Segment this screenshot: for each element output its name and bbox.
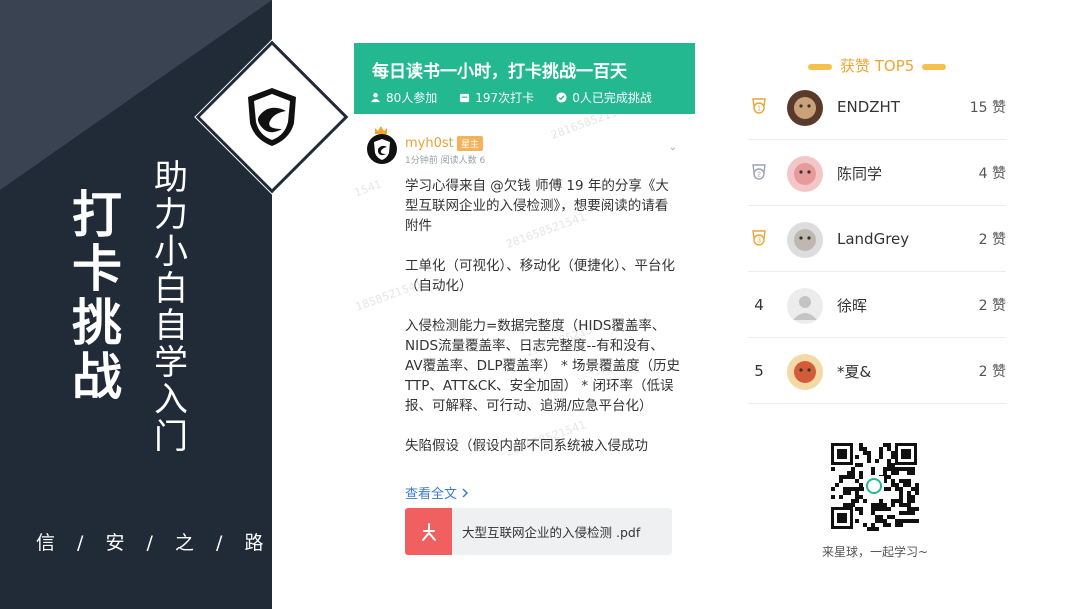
challenge-stats: 80人参加 197次打卡 0人已完成挑战 <box>370 89 652 106</box>
vertical-subtitle: 助力小白自学入门 <box>154 158 188 457</box>
rank-row[interactable]: 3 LandGrey 2 赞 <box>748 206 1006 272</box>
stat-participants-text: 80人参加 <box>386 91 438 105</box>
author-logo-icon <box>374 139 390 160</box>
chevron-right-icon <box>462 487 469 498</box>
rank-name: LandGrey <box>837 230 910 248</box>
rank-likes: 2 赞 <box>978 232 1006 248</box>
owner-badge: 星主 <box>457 136 484 151</box>
post-paragraph: 工单化（可视化）、移动化（便捷化）、平台化（自动化） <box>405 258 675 294</box>
rank-name: 陈同学 <box>837 164 883 183</box>
stat-completed-text: 0人已完成挑战 <box>572 91 652 105</box>
post-body: 学习心得来自 @欠钱 师傅 19 年的分享《大型互联网企业的入侵检测》，想要阅读… <box>405 176 680 476</box>
check-circle-icon <box>556 92 567 103</box>
post-card: 28165852154 281658521541 1858521541 2816… <box>354 114 695 574</box>
medal-icon: 1 <box>748 74 770 140</box>
avatar[interactable] <box>787 222 823 258</box>
rank-row[interactable]: 5 *夏& 2 赞 <box>748 338 1006 404</box>
wing-left-icon <box>808 63 832 70</box>
stat-checkins-text: 197次打卡 <box>475 91 535 105</box>
stat-completed: 0人已完成挑战 <box>556 89 652 106</box>
medal-icon: 3 <box>748 206 770 272</box>
challenge-title: 每日读书一小时，打卡挑战一百天 <box>372 62 627 82</box>
pdf-icon <box>405 508 452 555</box>
stat-checkins: 197次打卡 <box>459 89 534 106</box>
ranking-title: 获赞 TOP5 <box>800 55 950 76</box>
rank-likes: 2 赞 <box>978 298 1006 314</box>
avatar[interactable] <box>787 288 823 324</box>
rank-name: *夏& <box>837 362 872 381</box>
bottom-text: 信 / 安 / 之 / 路 <box>36 532 272 554</box>
vertical-title: 打卡挑战 <box>72 186 122 406</box>
avatar[interactable] <box>787 354 823 390</box>
checkin-icon <box>460 93 470 103</box>
rank-likes: 15 赞 <box>969 100 1006 116</box>
avatar[interactable] <box>787 90 823 126</box>
qr-code <box>829 441 919 531</box>
rank-likes: 2 赞 <box>978 364 1006 380</box>
post-paragraph: 学习心得来自 @欠钱 师傅 19 年的分享《大型互联网企业的入侵检测》，想要阅读… <box>405 178 669 234</box>
stat-participants: 80人参加 <box>370 89 437 106</box>
svg-text:1: 1 <box>757 106 761 113</box>
post-paragraph: 失陷假设（假设内部不同系统被入侵成功 <box>405 438 648 454</box>
author-name[interactable]: myh0st <box>405 136 454 151</box>
rank-number: 5 <box>754 362 764 380</box>
read-more-link[interactable]: 查看全文 <box>405 483 469 502</box>
rank-name: ENDZHT <box>837 98 900 116</box>
post-paragraph: 入侵检测能力=数据完整度（HIDS覆盖率、NIDS流量覆盖率、日志完整度--有和… <box>405 318 680 414</box>
rank-name: 徐晖 <box>837 296 868 315</box>
people-icon <box>370 92 381 103</box>
chevron-down-icon[interactable]: ⌄ <box>669 142 677 153</box>
avatar[interactable] <box>787 156 823 192</box>
watermark: 1541 <box>354 177 384 200</box>
watermark: 28165852154 <box>549 114 626 142</box>
ranking-title-text: 获赞 TOP5 <box>840 57 915 75</box>
author-avatar[interactable] <box>367 134 397 164</box>
qr-caption: 来星球，一起学习~ <box>821 545 929 559</box>
rank-row[interactable]: 2 陈同学 4 赞 <box>748 140 1006 206</box>
pdf-attachment[interactable]: 大型互联网企业的入侵检测 .pdf <box>405 508 672 555</box>
rank-likes: 4 赞 <box>978 166 1006 182</box>
rank-row[interactable]: 4 徐晖 2 赞 <box>748 272 1006 338</box>
challenge-header[interactable]: 每日读书一小时，打卡挑战一百天 80人参加 197次打卡 0人已完成挑战 <box>354 43 695 114</box>
rank-row[interactable]: 1 ENDZHT 15 赞 <box>748 74 1006 140</box>
shield-logo-icon <box>248 88 296 146</box>
attachment-name: 大型互联网企业的入侵检测 .pdf <box>462 525 641 540</box>
medal-icon: 2 <box>748 140 770 206</box>
rank-number: 4 <box>754 296 764 314</box>
wing-right-icon <box>922 63 947 70</box>
svg-text:2: 2 <box>757 172 761 179</box>
post-meta: 1分钟前 阅读人数 6 <box>405 156 486 166</box>
svg-text:3: 3 <box>757 238 761 245</box>
read-more-label: 查看全文 <box>405 487 458 502</box>
